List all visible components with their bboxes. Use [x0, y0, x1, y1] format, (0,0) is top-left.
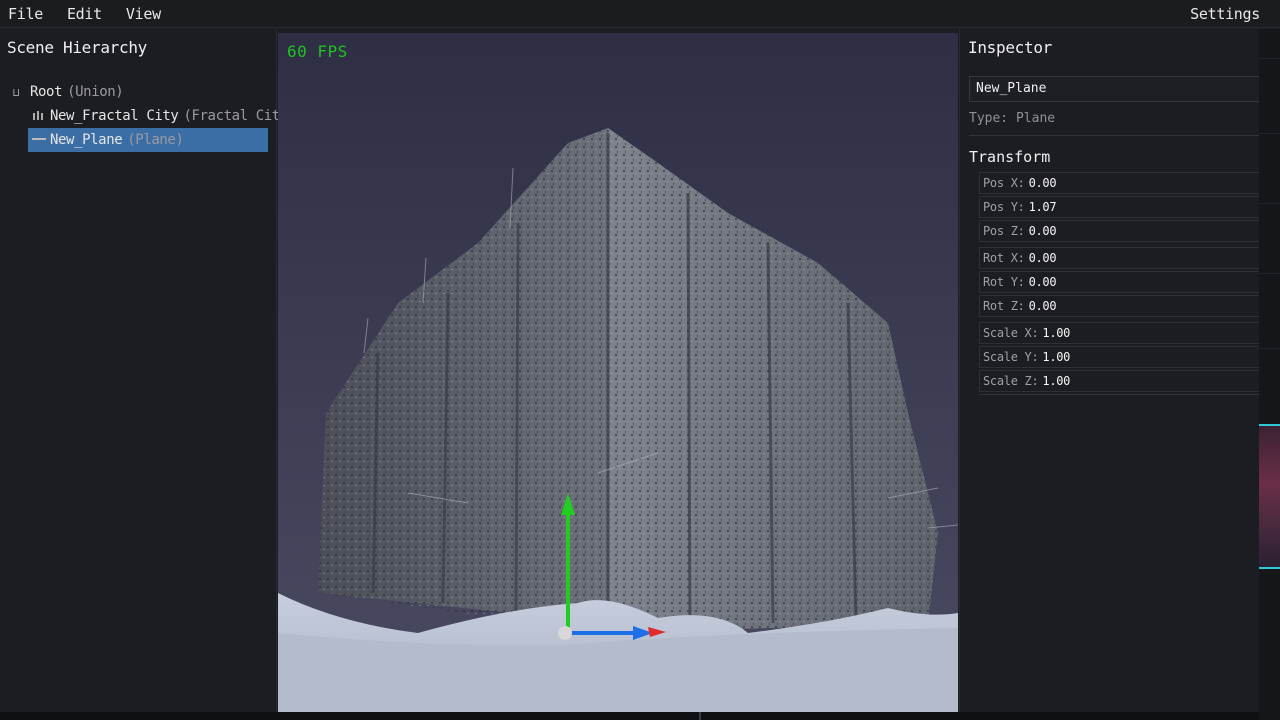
menu-edit[interactable]: Edit [59, 5, 110, 23]
field-value: 0.00 [1028, 224, 1057, 238]
viewport-render [278, 33, 958, 712]
field-label: Scale Z: [983, 374, 1039, 388]
object-name-input[interactable]: New_Plane [969, 76, 1260, 102]
tree-item-label: New_Fractal City [50, 108, 179, 124]
fps-counter: 60 FPS [287, 42, 348, 61]
pos-x-field[interactable]: Pos X: 0.00 [979, 172, 1260, 194]
fractal-city-icon [32, 110, 44, 123]
field-value: 0.00 [1028, 176, 1057, 190]
tree-item-plane[interactable]: New_Plane (Plane) [28, 128, 268, 152]
tree-item-label: New_Plane [50, 132, 123, 148]
rot-x-field[interactable]: Rot X: 0.00 [979, 247, 1260, 269]
edge-segment [1259, 29, 1280, 59]
tree-item-label: Root [30, 84, 63, 100]
field-label: Rot X: [983, 251, 1025, 265]
edge-segment [1259, 204, 1280, 274]
field-value: 0.00 [1028, 299, 1057, 313]
menu-view[interactable]: View [118, 5, 169, 23]
menu-bar: File Edit View Settings [0, 0, 1280, 28]
object-type-label: Type: Plane [969, 111, 1056, 126]
field-value: 1.00 [1042, 374, 1071, 388]
hierarchy-tree: ⊔ Root (Union) New_Fractal City (Fractal… [0, 80, 296, 152]
rot-z-field[interactable]: Rot Z: 0.00 [979, 295, 1260, 317]
menu-file[interactable]: File [0, 5, 51, 23]
field-label: Scale X: [983, 326, 1039, 340]
plane-icon [32, 134, 46, 147]
tree-item-root[interactable]: ⊔ Root (Union) [0, 80, 276, 104]
tree-item-kind: (Plane) [127, 132, 184, 148]
field-value: 1.00 [1042, 350, 1071, 364]
scale-z-field[interactable]: Scale Z: 1.00 [979, 370, 1260, 392]
field-value: 1.00 [1042, 326, 1071, 340]
tree-item-kind: (Union) [67, 84, 124, 100]
scroll-thumb[interactable] [1259, 424, 1280, 569]
right-edge-strip [1259, 29, 1280, 720]
edge-segment [1259, 59, 1280, 134]
union-icon: ⊔ [12, 85, 20, 99]
tree-item-fractal-city[interactable]: New_Fractal City (Fractal City) [28, 104, 296, 128]
pos-y-field[interactable]: Pos Y: 1.07 [979, 196, 1260, 218]
inspector-panel: Inspector New_Plane Type: Plane Transfor… [959, 29, 1260, 712]
scale-y-field[interactable]: Scale Y: 1.00 [979, 346, 1260, 368]
field-label: Rot Z: [983, 299, 1025, 313]
field-value: 1.07 [1028, 200, 1057, 214]
divider [979, 394, 1260, 395]
field-label: Rot Y: [983, 275, 1025, 289]
scale-x-field[interactable]: Scale X: 1.00 [979, 322, 1260, 344]
status-bar [0, 712, 1259, 720]
menu-settings[interactable]: Settings [1182, 5, 1268, 23]
pos-z-field[interactable]: Pos Z: 0.00 [979, 220, 1260, 242]
splitter-handle[interactable] [699, 712, 701, 720]
scene-viewport[interactable]: 60 FPS [278, 33, 958, 712]
field-label: Pos Y: [983, 200, 1025, 214]
rot-y-field[interactable]: Rot Y: 0.00 [979, 271, 1260, 293]
field-label: Pos Z: [983, 224, 1025, 238]
field-label: Pos X: [983, 176, 1025, 190]
scene-hierarchy-title: Scene Hierarchy [7, 38, 147, 57]
edge-segment [1259, 274, 1280, 349]
transform-title: Transform [969, 148, 1051, 166]
edge-segment [1259, 134, 1280, 204]
field-value: 0.00 [1028, 275, 1057, 289]
scene-hierarchy-panel: Scene Hierarchy ⊔ Root (Union) New_Fract… [0, 29, 296, 712]
field-value: 0.00 [1028, 251, 1057, 265]
inspector-title: Inspector [968, 38, 1052, 57]
field-label: Scale Y: [983, 350, 1039, 364]
